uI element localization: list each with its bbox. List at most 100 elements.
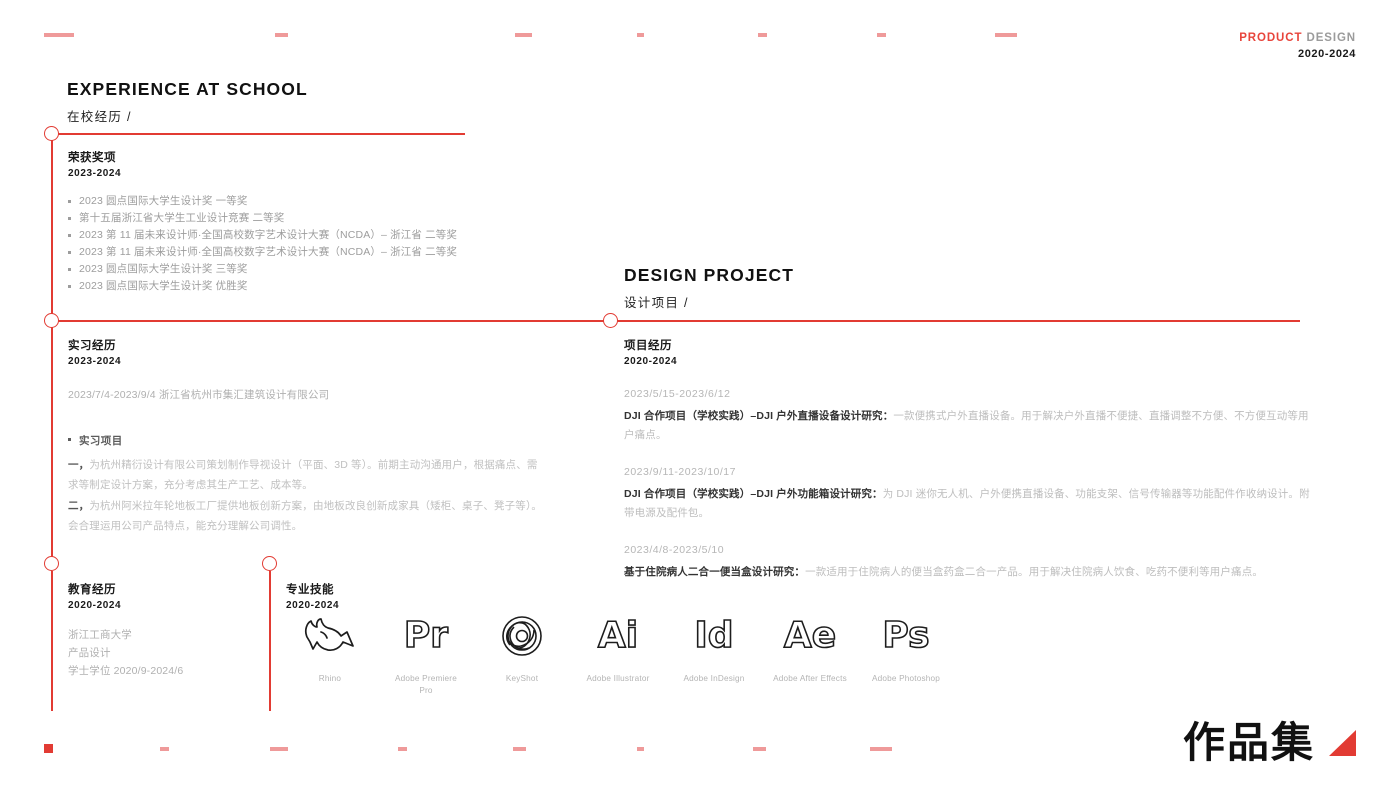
list-item: 2023 第 11 届未来设计师·全国高校数字艺术设计大赛（NCDA）– 浙江省… bbox=[68, 244, 457, 261]
skills-years: 2020-2024 bbox=[286, 600, 340, 611]
decor-dash-bot-6 bbox=[637, 747, 644, 751]
list-item: 2023 圆点国际大学生设计奖 优胜奖 bbox=[68, 278, 457, 295]
decor-dash-top-7 bbox=[995, 33, 1017, 37]
awards-block: 荣获奖项 2023-2024 2023 圆点国际大学生设计奖 一等奖 第十五届浙… bbox=[68, 149, 457, 295]
decor-square-bottom bbox=[44, 744, 53, 753]
projects-title: 项目经历 bbox=[624, 340, 672, 352]
skill-item-after-effects: Ae Adobe After Effects bbox=[762, 612, 858, 697]
paragraph-text: 为杭州阿米拉年轮地板工厂提供地板创新方案，由地板改良创新成家具（矮柜、桌子、凳子… bbox=[68, 499, 543, 533]
adobe-premiere-pro-icon: Pr bbox=[403, 612, 449, 660]
skill-label: Adobe Photoshop bbox=[871, 674, 941, 683]
project-name: DJI 合作项目（学校实践）–DJI 户外功能箱设计研究： bbox=[624, 487, 883, 500]
skill-item-premiere: Pr Adobe Premiere Pro bbox=[378, 612, 474, 697]
awards-title: 荣获奖项 bbox=[68, 152, 116, 164]
adobe-indesign-icon: Id bbox=[694, 612, 735, 660]
project-description: DJI 合作项目（学校实践）–DJI 户外直播设备设计研究：一款便携式户外直播设… bbox=[624, 407, 1314, 446]
skill-glyph: Ps bbox=[882, 615, 931, 656]
awards-list: 2023 圆点国际大学生设计奖 一等奖 第十五届浙江省大学生工业设计竞赛 二等奖… bbox=[68, 193, 457, 295]
decor-dash-bot-8 bbox=[870, 747, 892, 751]
portfolio-page: PRODUCT DESIGN 2020-2024 EXPERIENCE AT S… bbox=[0, 0, 1400, 788]
design-project-title-en: DESIGN PROJECT bbox=[624, 265, 795, 285]
decor-dash-top-5 bbox=[758, 33, 767, 37]
education-line: 产品设计 bbox=[68, 646, 111, 659]
paragraph-text: 为杭州精衍设计有限公司策划制作导视设计（平面、3D 等）。前期主动沟通用户，根据… bbox=[68, 458, 538, 492]
skill-item-indesign: Id Adobe InDesign bbox=[666, 612, 762, 697]
skill-glyph: Ae bbox=[783, 615, 837, 656]
timeline-node-awards bbox=[44, 126, 59, 141]
skills-title: 专业技能 bbox=[286, 584, 334, 596]
project-item: 2023/5/15-2023/6/12 DJI 合作项目（学校实践）–DJI 户… bbox=[624, 388, 1314, 446]
education-line: 浙江工商大学 bbox=[68, 629, 132, 641]
triangle-icon bbox=[1329, 730, 1356, 756]
design-project-title-cn: 设计项目 / bbox=[624, 296, 689, 310]
skill-glyph: Ai bbox=[597, 615, 639, 656]
footer-label: 作品集 bbox=[1182, 719, 1315, 766]
project-description: 基于住院病人二合一便当盒设计研究：一款适用于住院病人的便当盒药盒二合一产品。用于… bbox=[624, 563, 1314, 582]
internship-title: 实习经历 bbox=[68, 340, 116, 352]
internship-paragraph-1: 一，为杭州精衍设计有限公司策划制作导视设计（平面、3D 等）。前期主动沟通用户，… bbox=[68, 455, 548, 496]
decor-dash-top-1 bbox=[44, 33, 74, 37]
list-item: 2023 圆点国际大学生设计奖 一等奖 bbox=[68, 193, 457, 210]
decor-dash-bot-7 bbox=[753, 747, 766, 751]
skill-label: Adobe Premiere Pro bbox=[395, 674, 457, 695]
decor-dash-bot-2 bbox=[160, 747, 169, 751]
skill-label: KeyShot bbox=[505, 674, 539, 683]
projects-block: 项目经历 2020-2024 2023/5/15-2023/6/12 DJI 合… bbox=[624, 337, 1314, 582]
internship-block: 实习经历 2023-2024 2023/7/4-2023/9/4 浙江省杭州市集… bbox=[68, 337, 548, 537]
header-brand: PRODUCT DESIGN 2020-2024 bbox=[1239, 30, 1356, 63]
footer-brand: 作品集 bbox=[1183, 722, 1356, 764]
project-name: DJI 合作项目（学校实践）–DJI 户外直播设备设计研究： bbox=[624, 410, 894, 422]
decor-dash-bot-4 bbox=[398, 747, 407, 751]
skill-item-illustrator: Ai Adobe Illustrator bbox=[570, 612, 666, 697]
header-years: 2020-2024 bbox=[1297, 47, 1356, 60]
projects-years: 2020-2024 bbox=[624, 356, 678, 367]
education-title: 教育经历 bbox=[68, 584, 116, 596]
project-description: DJI 合作项目（学校实践）–DJI 户外功能箱设计研究：为 DJI 迷你无人机… bbox=[624, 485, 1314, 524]
paragraph-lead: 一， bbox=[68, 458, 90, 471]
skill-item-rhino: Rhino bbox=[282, 612, 378, 697]
project-date: 2023/4/8-2023/5/10 bbox=[624, 543, 725, 556]
internship-subhead: 实习项目 bbox=[68, 433, 548, 448]
timeline-node-internship bbox=[44, 313, 59, 328]
skill-label: Adobe After Effects bbox=[773, 674, 847, 683]
education-block: 教育经历 2020-2024 浙江工商大学 产品设计 学士学位 2020/9-2… bbox=[68, 581, 183, 681]
skills-block: 专业技能 2020-2024 bbox=[286, 581, 339, 611]
adobe-photoshop-icon: Ps bbox=[882, 612, 931, 660]
adobe-after-effects-icon: Ae bbox=[783, 612, 837, 660]
timeline-line-awards bbox=[52, 133, 465, 135]
timeline-vline-education bbox=[51, 571, 53, 711]
brand-primary: PRODUCT bbox=[1239, 32, 1303, 44]
brand-secondary: DESIGN bbox=[1306, 32, 1356, 44]
skill-glyph: Id bbox=[694, 615, 735, 656]
decor-dash-top-2 bbox=[275, 33, 288, 37]
project-item: 2023/9/11-2023/10/17 DJI 合作项目（学校实践）–DJI … bbox=[624, 466, 1314, 524]
internship-paragraph-2: 二，为杭州阿米拉年轮地板工厂提供地板创新方案，由地板改良创新成家具（矮柜、桌子、… bbox=[68, 496, 548, 537]
project-date: 2023/9/11-2023/10/17 bbox=[624, 465, 736, 478]
project-date: 2023/5/15-2023/6/12 bbox=[624, 388, 731, 400]
adobe-illustrator-icon: Ai bbox=[597, 612, 639, 660]
skill-label: Rhino bbox=[318, 674, 342, 683]
project-detail: 一款适用于住院病人的便当盒药盒二合一产品。用于解决住院病人饮食、吃药不便利等用户… bbox=[805, 565, 1264, 578]
skill-glyph: Pr bbox=[403, 615, 449, 656]
education-line: 学士学位 2020/9-2024/6 bbox=[68, 664, 184, 677]
timeline-vline-awards bbox=[51, 133, 53, 317]
internship-company: 2023/7/4-2023/9/4 浙江省杭州市集汇建筑设计有限公司 bbox=[68, 389, 330, 401]
skills-icon-row: Rhino Pr Adobe Premiere Pro KeyShot Ai A… bbox=[282, 612, 954, 697]
skill-label: Adobe Illustrator bbox=[586, 674, 650, 683]
decor-dash-bot-5 bbox=[513, 747, 526, 751]
timeline-vline-mid bbox=[51, 320, 53, 560]
timeline-vline-skills bbox=[269, 571, 271, 711]
project-item: 2023/4/8-2023/5/10 基于住院病人二合一便当盒设计研究：一款适用… bbox=[624, 544, 1314, 582]
skill-item-photoshop: Ps Adobe Photoshop bbox=[858, 612, 954, 697]
project-name: 基于住院病人二合一便当盒设计研究： bbox=[624, 565, 806, 578]
rhino-icon bbox=[299, 612, 361, 660]
decor-dash-bot-3 bbox=[270, 747, 288, 751]
timeline-node-project bbox=[603, 313, 618, 328]
skill-item-keyshot: KeyShot bbox=[474, 612, 570, 697]
paragraph-lead: 二， bbox=[68, 499, 90, 512]
timeline-line-mid bbox=[52, 320, 1300, 322]
section-title-design-project: DESIGN PROJECT 设计项目 / bbox=[624, 265, 794, 311]
internship-years: 2023-2024 bbox=[68, 356, 122, 367]
list-item: 2023 圆点国际大学生设计奖 三等奖 bbox=[68, 261, 457, 278]
timeline-node-skills bbox=[262, 556, 277, 571]
